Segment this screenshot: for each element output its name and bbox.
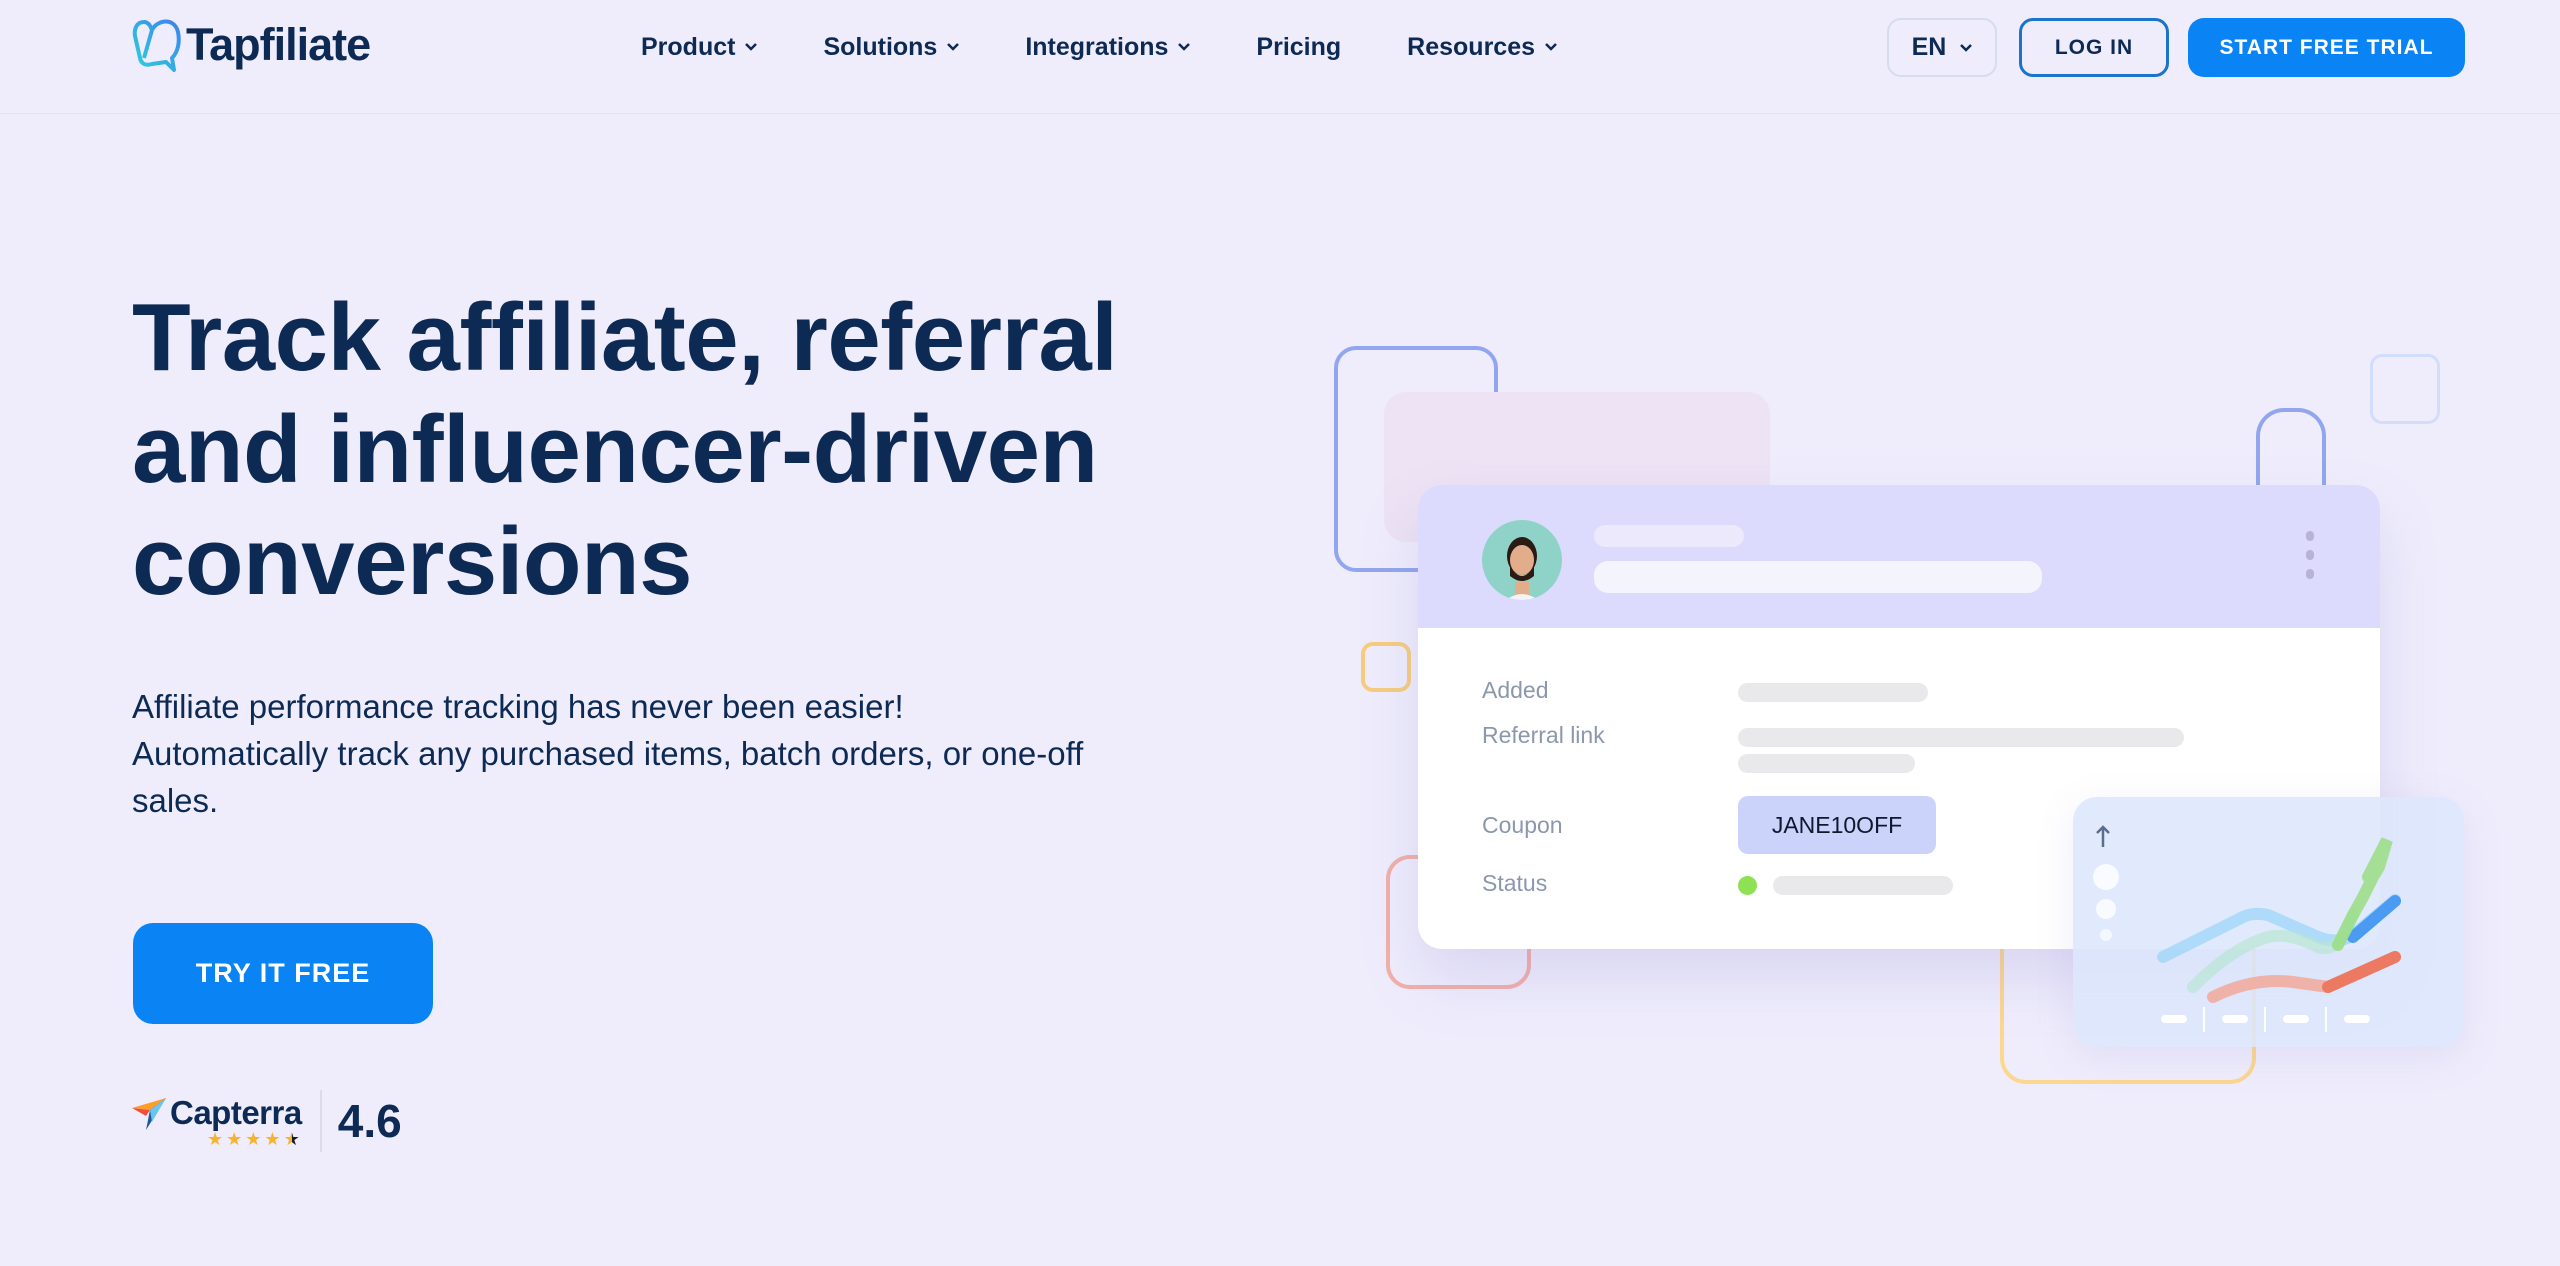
- site-header: Tapfiliate Product Solutions Integration…: [0, 0, 2560, 114]
- start-free-trial-button[interactable]: START FREE TRIAL: [2188, 18, 2465, 77]
- name-placeholder: [1594, 525, 1744, 547]
- legend-dot: [2100, 929, 2112, 941]
- chevron-down-icon: [1960, 43, 1973, 52]
- status-active-dot: [1738, 876, 1757, 895]
- headline-line: and influencer-driven: [132, 396, 1098, 503]
- tapfiliate-logo-icon: [132, 19, 181, 72]
- logo-link[interactable]: Tapfiliate: [132, 18, 371, 72]
- nav-label: Product: [641, 32, 736, 61]
- chevron-down-icon: [947, 43, 960, 51]
- series-line-red-end: [2322, 951, 2401, 993]
- legend-dot: [2093, 864, 2119, 890]
- nav-label: Resources: [1407, 32, 1536, 61]
- capterra-logo: Capterra ★ ★ ★ ★ ★: [132, 1094, 302, 1148]
- headline-line: Track affiliate, referral: [132, 284, 1118, 391]
- rating-score: 4.6: [337, 1095, 402, 1147]
- hero-subtitle: Affiliate performance tracking has never…: [132, 683, 1282, 824]
- capterra-rating[interactable]: Capterra ★ ★ ★ ★ ★ 4.6: [132, 1090, 402, 1152]
- decor-outline-lightblue: [2370, 354, 2440, 424]
- star-icon: ★: [207, 1129, 224, 1149]
- card-header: [1418, 485, 2380, 628]
- referral-link-placeholder: [1738, 754, 1915, 773]
- subtitle-line: Affiliate performance tracking has never…: [132, 688, 904, 725]
- star-icon: ★: [226, 1129, 243, 1149]
- headline-line: conversions: [132, 508, 693, 615]
- more-options-icon[interactable]: [2306, 531, 2314, 588]
- subtitle-line: Automatically track any purchased items,…: [132, 735, 1084, 772]
- referral-link-placeholder: [1738, 728, 2184, 747]
- try-it-free-button[interactable]: TRY IT FREE: [133, 923, 433, 1024]
- performance-chart-card: [2073, 797, 2464, 1047]
- language-label: EN: [1911, 33, 1947, 61]
- row-label-status: Status: [1482, 870, 1548, 896]
- half-star-icon: ★: [283, 1129, 300, 1149]
- row-label-added: Added: [1482, 677, 1549, 703]
- nav-label: Integrations: [1025, 32, 1169, 61]
- avatar: [1482, 520, 1562, 600]
- subtitle-line: sales.: [132, 782, 219, 819]
- nav-label: Solutions: [823, 32, 938, 61]
- capterra-name: Capterra: [170, 1094, 302, 1131]
- added-placeholder: [1738, 683, 1928, 702]
- row-label-referral-link: Referral link: [1482, 722, 1605, 748]
- divider: [319, 1090, 322, 1152]
- language-selector[interactable]: EN: [1887, 18, 1997, 77]
- row-label-coupon: Coupon: [1482, 812, 1563, 838]
- nav-item-solutions[interactable]: Solutions: [823, 32, 960, 62]
- capterra-arrow-icon: [132, 1098, 166, 1130]
- nav-item-pricing[interactable]: Pricing: [1256, 33, 1341, 62]
- main-nav: Product Solutions Integrations Pricing R…: [641, 26, 1623, 68]
- email-placeholder: [1594, 561, 2042, 593]
- logo-text: Tapfiliate: [186, 19, 371, 70]
- legend-dot: [2096, 899, 2116, 919]
- trend-chart: [2093, 825, 2401, 1032]
- star-rating: ★ ★ ★ ★ ★: [207, 1130, 300, 1148]
- status-placeholder: [1773, 876, 1953, 895]
- chevron-down-icon: [745, 43, 758, 51]
- coupon-code-badge: JANE10OFF: [1738, 796, 1936, 854]
- hero-headline: Track affiliate, referral and influencer…: [132, 282, 1272, 618]
- nav-item-resources[interactable]: Resources: [1407, 33, 1557, 62]
- login-button[interactable]: LOG IN: [2019, 18, 2169, 77]
- nav-item-product[interactable]: Product: [641, 32, 758, 62]
- star-icon: ★: [245, 1129, 262, 1149]
- person-photo: [1506, 537, 1538, 600]
- star-icon: ★: [264, 1129, 281, 1149]
- chevron-down-icon: [1545, 43, 1557, 51]
- chevron-down-icon: [1178, 43, 1191, 51]
- decor-outline-yellow-small: [1361, 642, 1411, 692]
- nav-label: Pricing: [1256, 32, 1342, 61]
- arrow-up-icon: [2096, 825, 2110, 847]
- nav-item-integrations[interactable]: Integrations: [1025, 32, 1191, 62]
